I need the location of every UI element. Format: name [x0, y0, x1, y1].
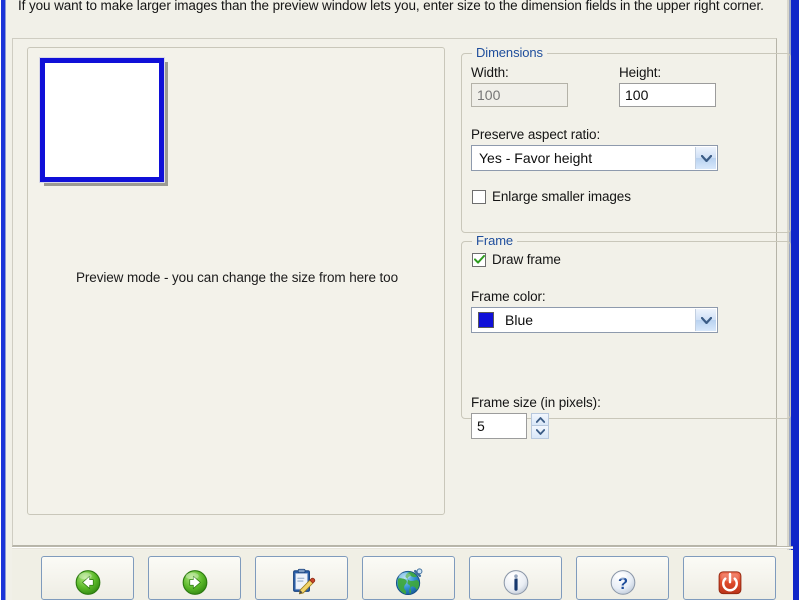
web-button[interactable]	[362, 556, 455, 600]
height-label: Height:	[619, 65, 662, 80]
frame-color-swatch	[478, 312, 494, 328]
edit-button[interactable]	[255, 556, 348, 600]
globe-icon	[395, 568, 422, 596]
height-input[interactable]	[619, 83, 716, 107]
preview-hint-text: Preview mode - you can change the size f…	[76, 270, 398, 285]
frame-size-spin-buttons[interactable]	[531, 413, 549, 439]
enlarge-smaller-images-label: Enlarge smaller images	[492, 189, 631, 204]
preserve-aspect-ratio-label: Preserve aspect ratio:	[471, 127, 601, 142]
forward-button[interactable]	[148, 556, 241, 600]
toolbar-separator	[12, 546, 793, 549]
spin-down-icon[interactable]	[531, 426, 549, 439]
preview-thumbnail-image[interactable]	[39, 57, 165, 183]
exit-button[interactable]	[683, 556, 776, 600]
preview-thumbnail[interactable]	[39, 57, 170, 188]
help-button[interactable]: ?	[576, 556, 669, 600]
draw-frame-label: Draw frame	[492, 252, 561, 267]
clipboard-pencil-icon	[292, 568, 315, 595]
preview-pane[interactable]: Preview mode - you can change the size f…	[27, 47, 445, 515]
preserve-aspect-ratio-value: Yes - Favor height	[479, 150, 593, 166]
width-input[interactable]	[471, 83, 568, 107]
question-mark-icon: ?	[610, 570, 635, 595]
frame-size-label: Frame size (in pixels):	[471, 395, 601, 410]
spin-up-icon[interactable]	[531, 413, 549, 426]
dimensions-groupbox-title: Dimensions	[472, 45, 547, 60]
dialog-client-area: If you want to make larger images than t…	[6, 0, 793, 600]
enlarge-smaller-images-checkbox-row[interactable]: Enlarge smaller images	[472, 189, 631, 204]
content-panel: Preview mode - you can change the size f…	[12, 38, 791, 546]
frame-color-value: Blue	[505, 312, 534, 328]
enlarge-smaller-images-checkbox[interactable]	[472, 189, 486, 204]
width-label: Width:	[471, 65, 509, 80]
chevron-down-icon[interactable]	[695, 309, 716, 331]
bottom-toolbar: ?	[12, 550, 793, 600]
instruction-text: If you want to make larger images than t…	[18, 0, 764, 13]
chevron-down-icon[interactable]	[695, 147, 716, 169]
draw-frame-checkbox-row[interactable]: Draw frame	[472, 252, 561, 267]
application-window: If you want to make larger images than t…	[0, 0, 800, 600]
info-button[interactable]	[469, 556, 562, 600]
preserve-aspect-ratio-select[interactable]: Yes - Favor height	[471, 145, 718, 171]
dimensions-groupbox: Dimensions	[461, 45, 791, 233]
frame-color-select[interactable]: Blue	[471, 307, 718, 333]
info-icon	[503, 570, 528, 595]
green-left-arrow-icon	[75, 570, 100, 595]
power-icon	[718, 571, 741, 595]
draw-frame-checkbox[interactable]	[472, 252, 486, 267]
green-right-arrow-icon	[182, 570, 207, 595]
back-button[interactable]	[41, 556, 134, 600]
frame-color-label: Frame color:	[471, 289, 546, 304]
frame-groupbox-title: Frame	[472, 233, 518, 248]
frame-size-input[interactable]	[471, 413, 527, 439]
